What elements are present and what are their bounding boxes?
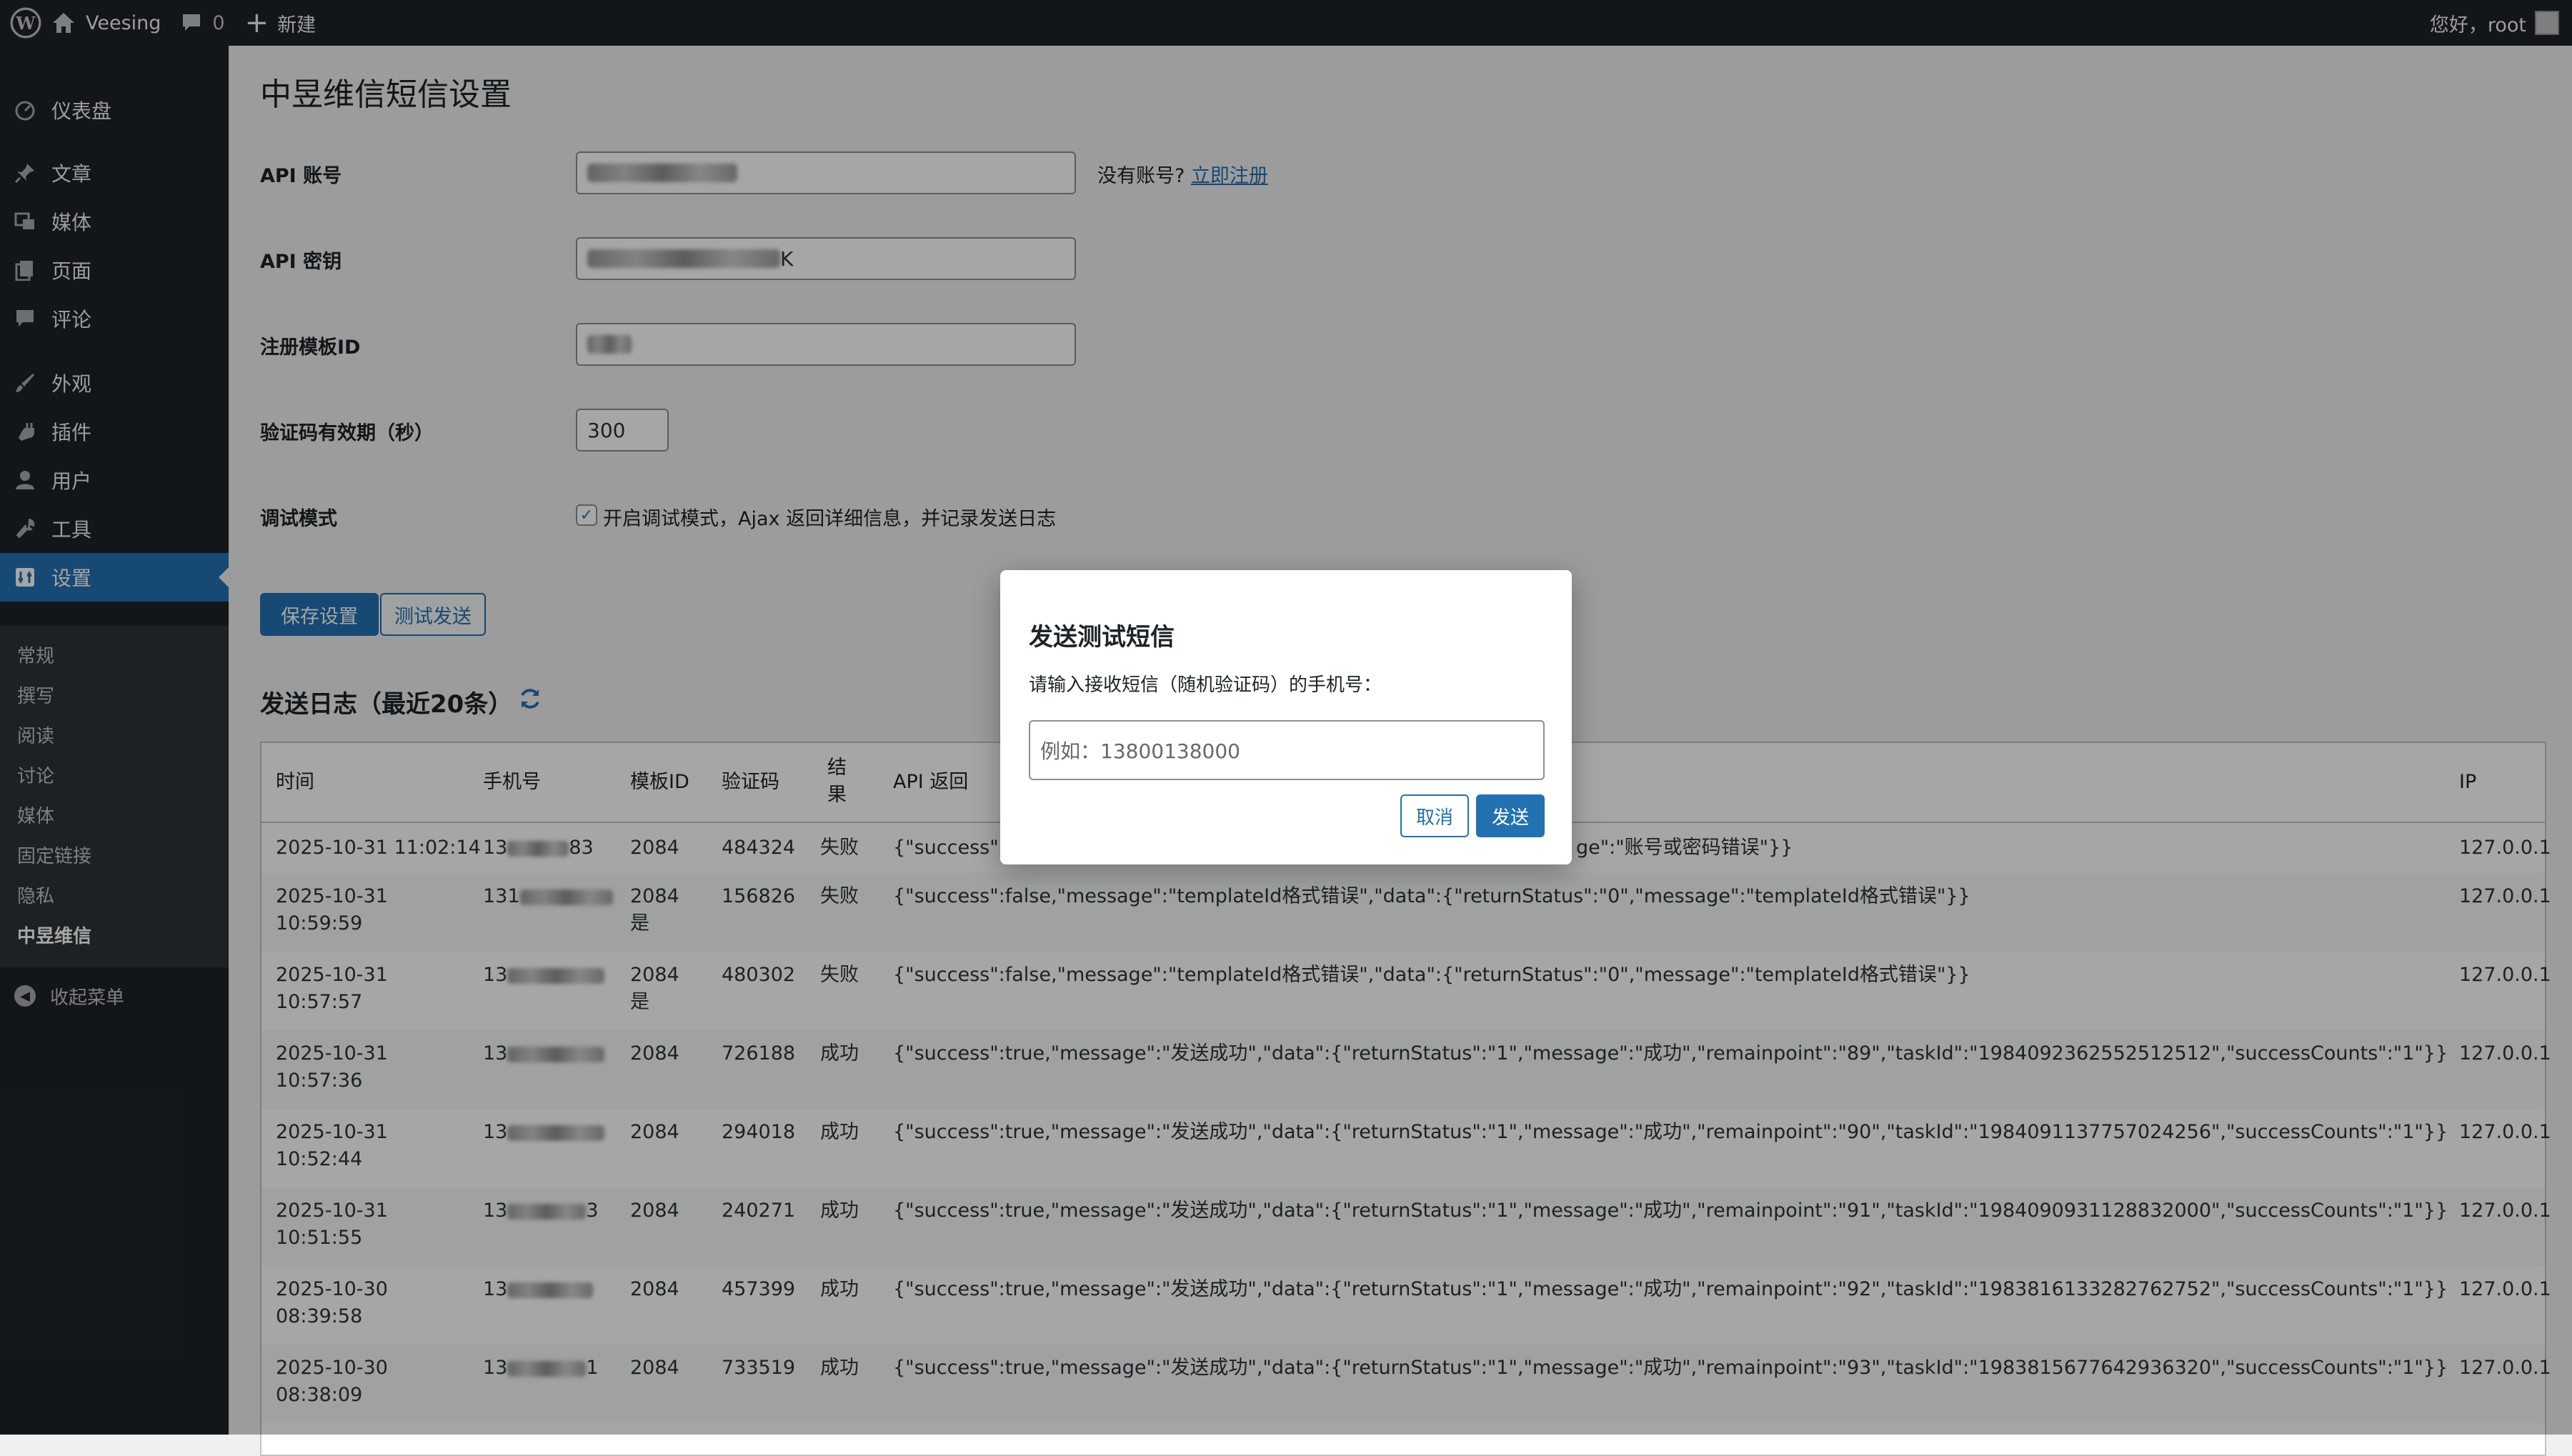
phone-number-input[interactable]: 例如：13800138000: [1029, 720, 1545, 780]
cancel-button[interactable]: 取消: [1400, 794, 1469, 837]
phone-input-placeholder: 例如：13800138000: [1040, 739, 1240, 763]
modal-description: 请输入接收短信（随机验证码）的手机号：: [1029, 674, 1382, 696]
test-sms-modal: 发送测试短信 请输入接收短信（随机验证码）的手机号： 例如：1380013800…: [1000, 570, 1572, 864]
modal-title: 发送测试短信: [1029, 623, 1175, 652]
send-button[interactable]: 发送: [1476, 794, 1545, 837]
